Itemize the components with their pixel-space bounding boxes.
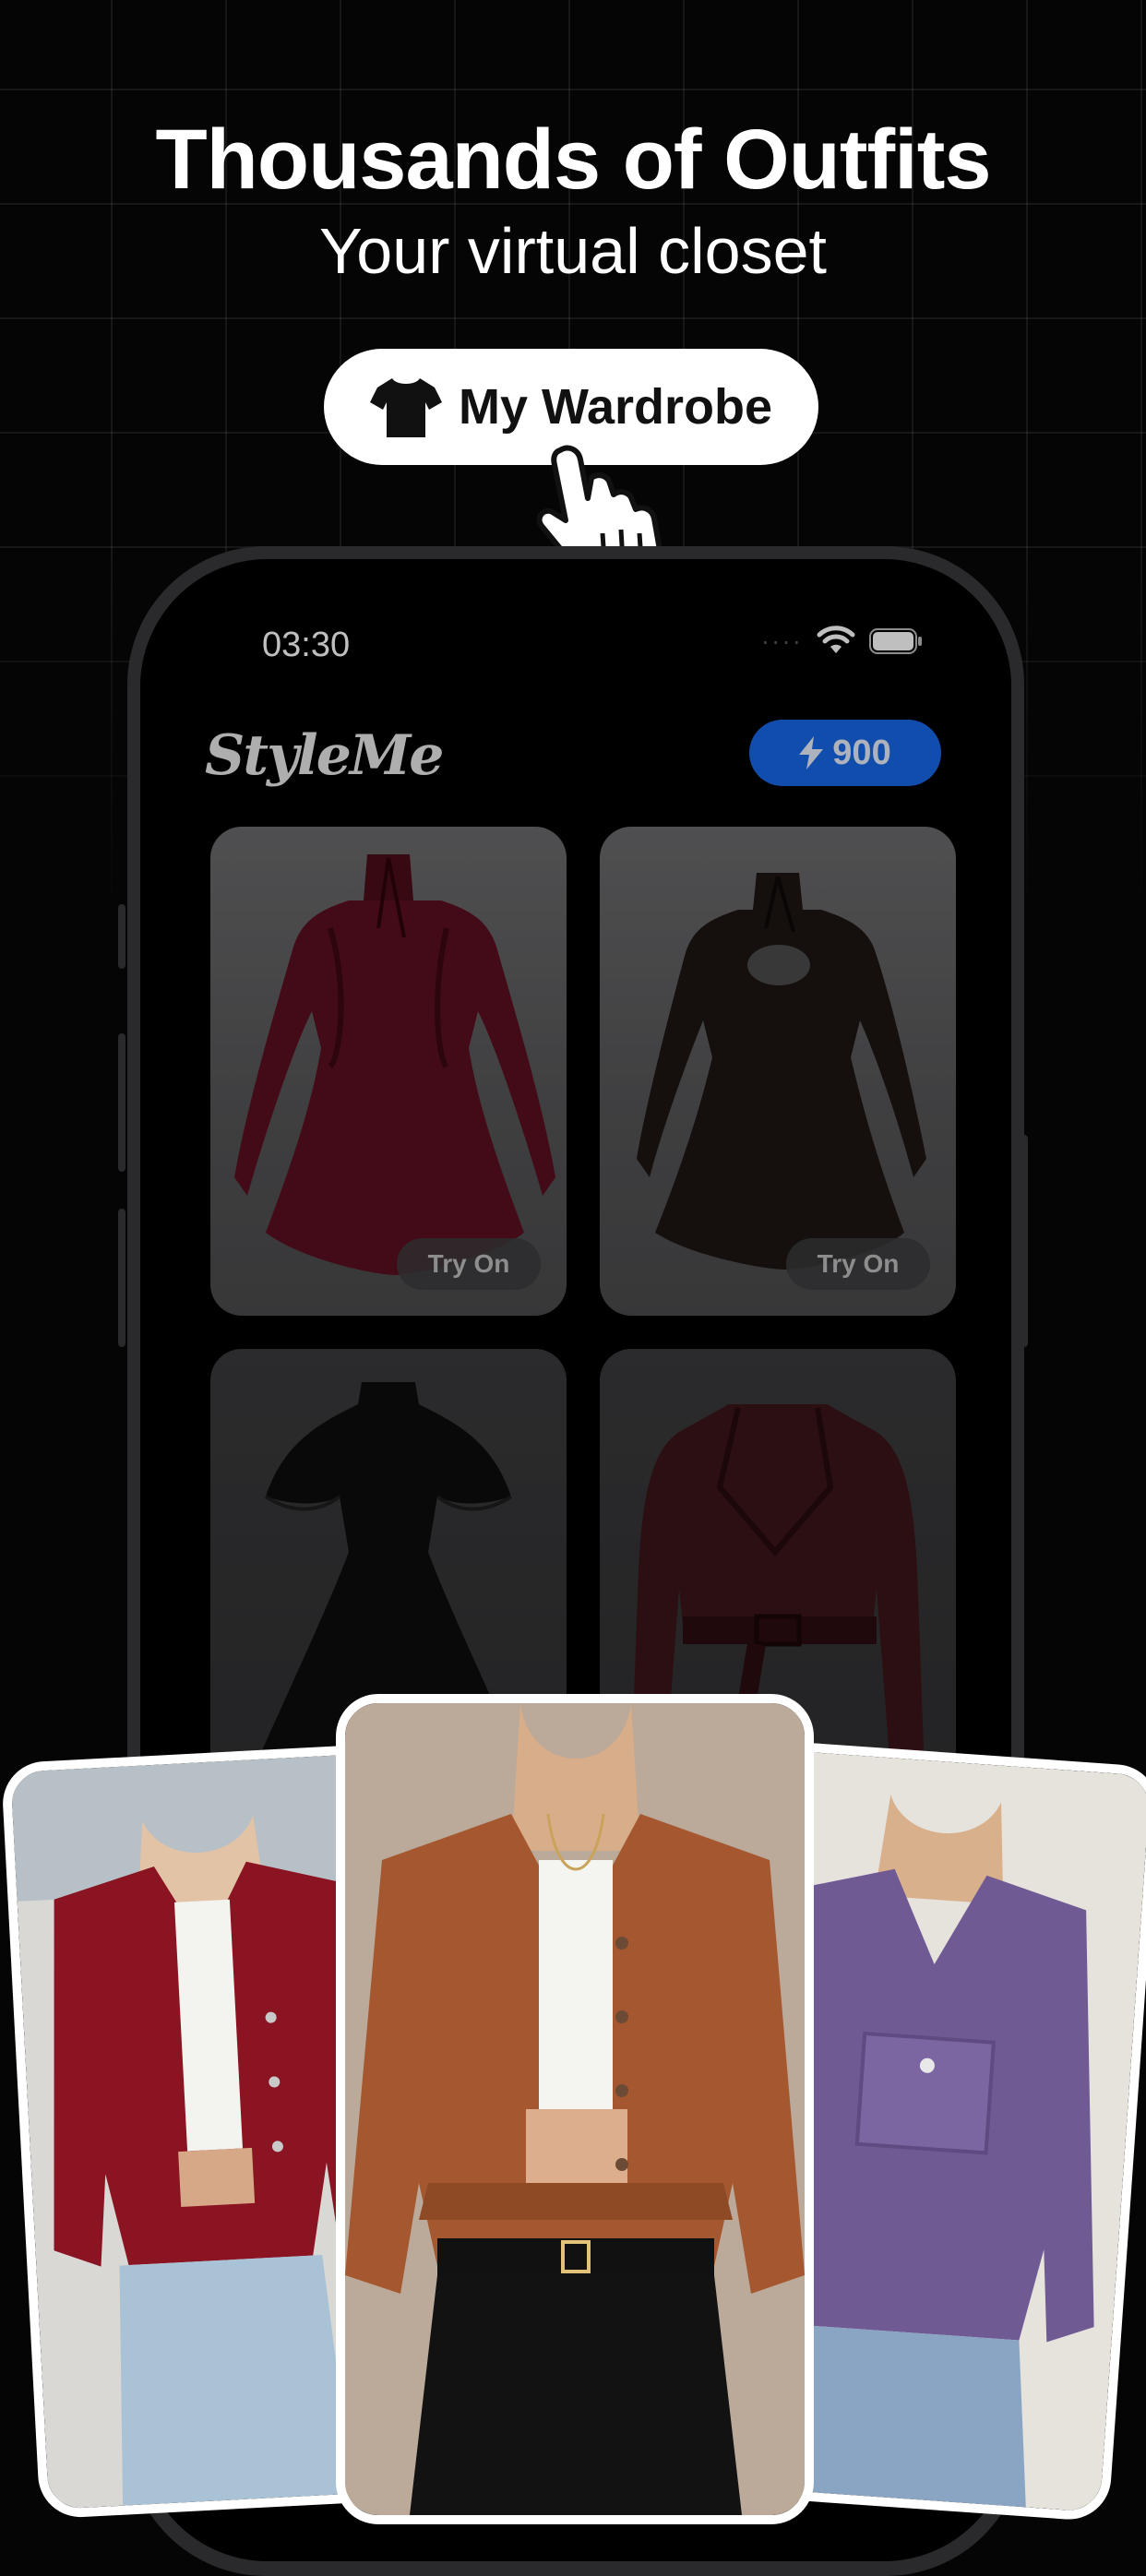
credits-value: 900 [832,733,891,772]
battery-icon [869,628,922,654]
try-on-button[interactable]: Try On [786,1238,930,1290]
phone-volume-down [118,1209,125,1347]
status-icons: ···· [761,626,923,657]
signal-icon: ···· [760,626,803,655]
try-on-button[interactable]: Try On [397,1238,541,1290]
status-time: 03:30 [262,626,351,664]
dynamic-island [476,631,694,696]
wifi-icon [817,626,855,653]
credits-badge[interactable]: 900 [749,720,941,786]
outfit-card-burgundy-velvet-dress[interactable]: Try On [210,827,567,1316]
phone-volume-up [118,1033,125,1172]
page-subtitle: Your virtual closet [319,215,827,287]
lightning-icon [799,736,824,769]
tshirt-icon [369,375,442,439]
phone-side-button [118,904,125,969]
showcase-photo-rust-jacket [336,1694,814,2524]
outfit-card-black-cutout-dress[interactable]: Try On [600,827,956,1316]
app-logo: StyleMe [205,723,444,788]
my-wardrobe-label: My Wardrobe [458,379,773,435]
page-title: Thousands of Outfits [155,113,991,207]
